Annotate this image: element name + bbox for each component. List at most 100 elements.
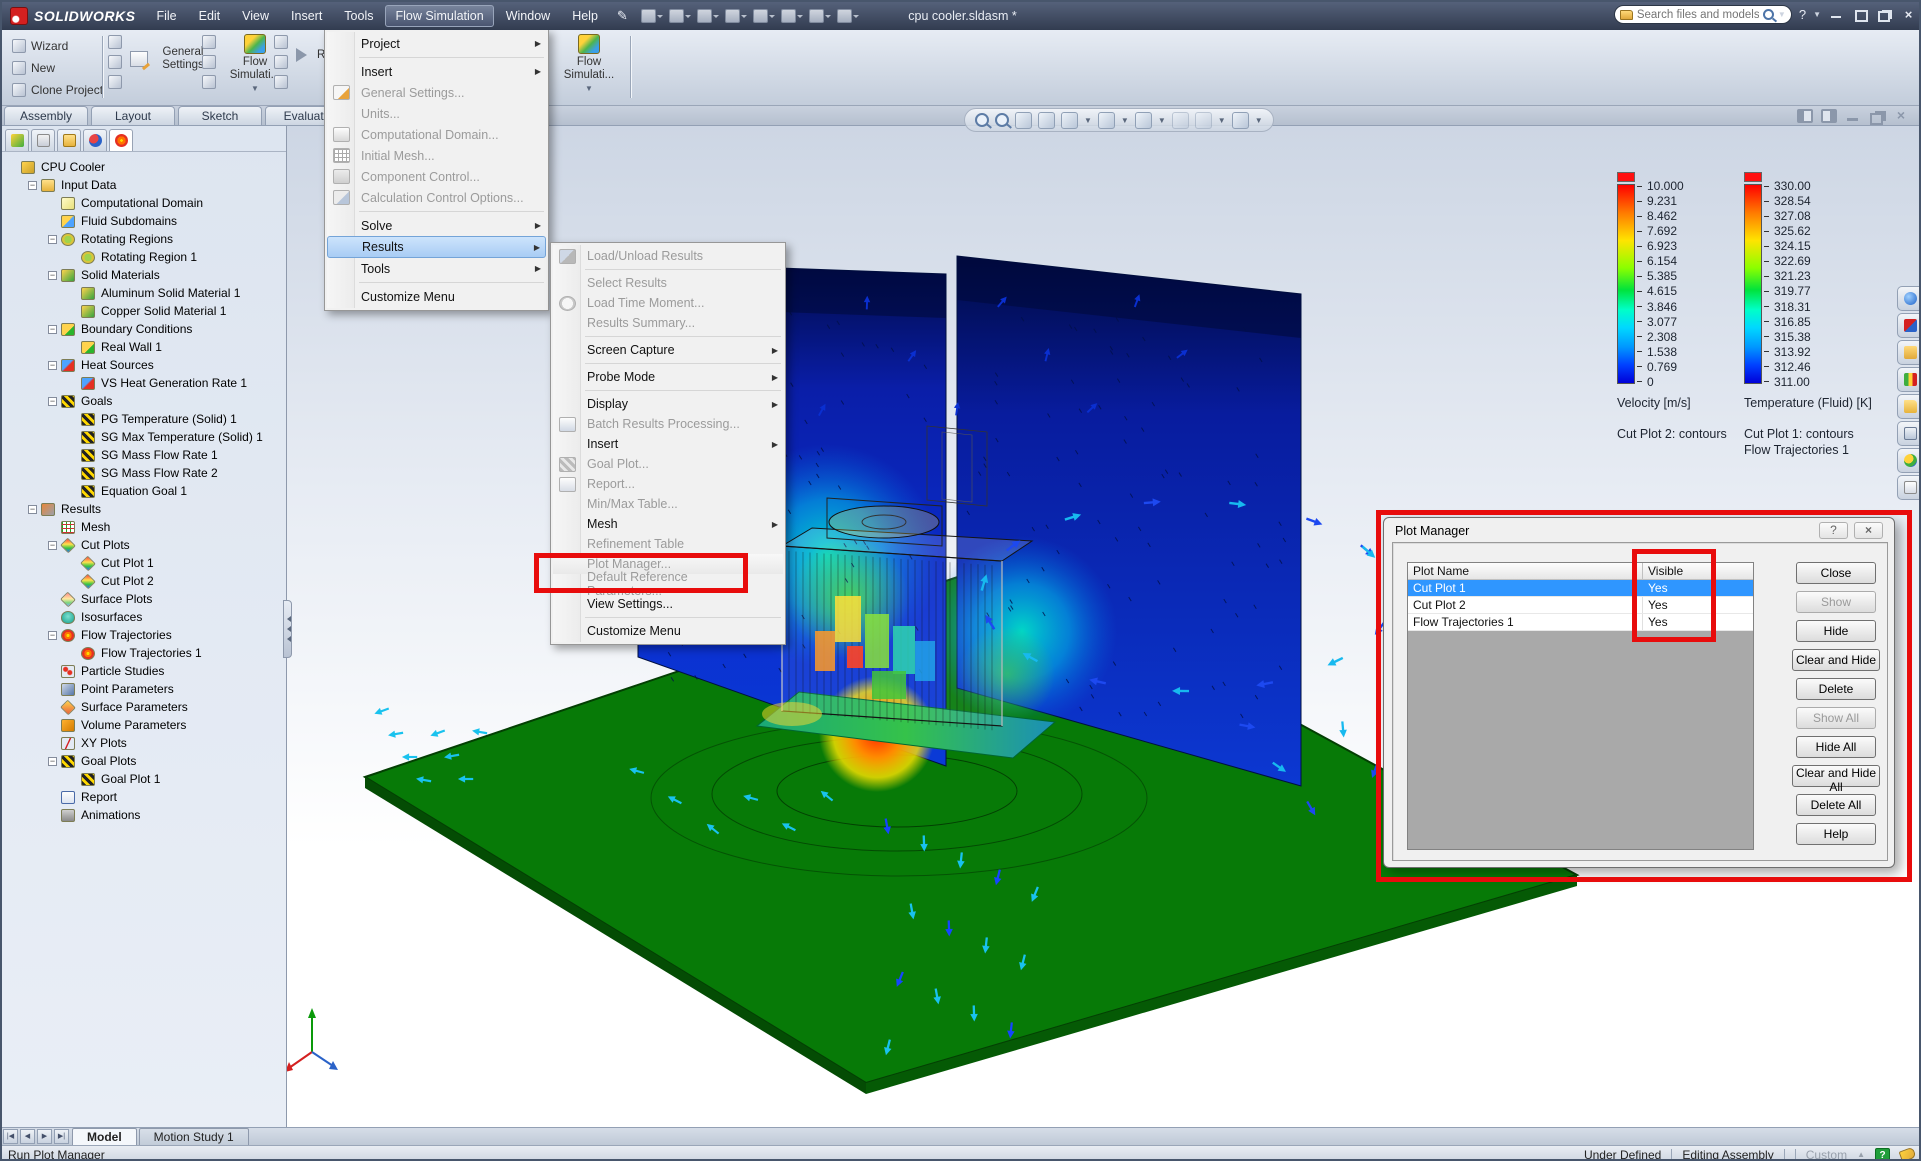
panel-splitter-handle[interactable] <box>283 600 292 658</box>
search-icon[interactable] <box>1763 9 1774 20</box>
file-explorer-tab[interactable] <box>1897 394 1921 419</box>
new-project-button[interactable]: New <box>6 57 109 79</box>
close-button[interactable]: × <box>1900 8 1917 21</box>
restore-button[interactable] <box>1852 8 1869 21</box>
plot-row-cut-plot-1[interactable]: Cut Plot 1Yes <box>1408 580 1753 597</box>
appearances-tab[interactable] <box>1897 448 1921 473</box>
flow-simulation-tree-tab[interactable] <box>109 129 133 151</box>
tree-item-vs-heat-generation-rate-1[interactable]: VS Heat Generation Rate 1 <box>2 374 286 392</box>
delete-all-button[interactable]: Delete All <box>1796 794 1876 816</box>
previous-view-icon[interactable] <box>1015 112 1032 129</box>
tab-assembly[interactable]: Assembly <box>4 106 88 125</box>
quick-help-icon[interactable]: ? <box>1875 1148 1890 1161</box>
redo-icon[interactable] <box>781 9 796 23</box>
plot-table[interactable]: Plot Name Visible Cut Plot 1YesCut Plot … <box>1407 562 1754 850</box>
tags-icon[interactable] <box>1899 1147 1917 1161</box>
tree-item-goal-plot-1[interactable]: Goal Plot 1 <box>2 770 286 788</box>
tree-item-flow-trajectories-1[interactable]: Flow Trajectories 1 <box>2 644 286 662</box>
menu-item-refinement-table[interactable]: Refinement Table <box>553 534 783 554</box>
features-tab[interactable] <box>5 129 29 151</box>
zoom-to-area-icon[interactable] <box>995 113 1009 127</box>
zoom-to-fit-icon[interactable] <box>975 113 989 127</box>
expand-collapse-box[interactable]: − <box>48 397 57 406</box>
custom-properties-tab[interactable] <box>1897 475 1921 500</box>
tree-item-particle-studies[interactable]: Particle Studies <box>2 662 286 680</box>
tree-item-goals[interactable]: −Goals <box>2 392 286 410</box>
plot-row-flow-trajectories-1[interactable]: Flow Trajectories 1Yes <box>1408 614 1753 631</box>
menu-help[interactable]: Help <box>562 5 608 27</box>
tree-item-computational-domain[interactable]: Computational Domain <box>2 194 286 212</box>
model-tab[interactable]: Model <box>72 1128 137 1145</box>
display-manager-tab[interactable] <box>83 129 107 151</box>
menu-item-tools[interactable]: Tools▶ <box>327 258 546 279</box>
next-tab-button[interactable]: ▶ <box>37 1129 52 1144</box>
expand-collapse-box[interactable]: − <box>48 271 57 280</box>
menu-item-load-unload-results[interactable]: Load/Unload Results <box>553 246 783 266</box>
dialog-close-button[interactable]: × <box>1854 522 1883 539</box>
delete-button[interactable]: Delete <box>1796 678 1876 700</box>
expand-collapse-box[interactable]: − <box>48 541 57 550</box>
menu-item-project[interactable]: Project▶ <box>327 33 546 54</box>
split-pane-right-icon[interactable] <box>1821 109 1837 123</box>
show-all-button[interactable]: Show All <box>1796 707 1876 729</box>
expand-collapse-box[interactable]: − <box>28 505 37 514</box>
library-tab[interactable] <box>1897 367 1921 392</box>
plot-row-cut-plot-2[interactable]: Cut Plot 2Yes <box>1408 597 1753 614</box>
tree-item-xy-plots[interactable]: XY Plots <box>2 734 286 752</box>
tree-item-point-parameters[interactable]: Point Parameters <box>2 680 286 698</box>
menu-item-mesh[interactable]: Mesh▶ <box>553 514 783 534</box>
hide-show-items-icon[interactable] <box>1135 112 1152 129</box>
pushpin-icon[interactable]: ✎ <box>617 8 628 24</box>
tree-item-input-data[interactable]: −Input Data <box>2 176 286 194</box>
print-icon[interactable] <box>725 9 740 23</box>
tree-item-cut-plot-1[interactable]: Cut Plot 1 <box>2 554 286 572</box>
hide-all-button[interactable]: Hide All <box>1796 736 1876 758</box>
design-library-tab[interactable] <box>1897 313 1921 338</box>
wizard-button[interactable]: Wizard <box>6 35 109 57</box>
clear-and-hide-all-button[interactable]: Clear and Hide All <box>1792 765 1880 787</box>
options-icon[interactable] <box>837 9 852 23</box>
menu-item-customize-menu[interactable]: Customize Menu <box>553 621 783 641</box>
expand-collapse-box[interactable]: − <box>48 361 57 370</box>
tree-item-surface-parameters[interactable]: Surface Parameters <box>2 698 286 716</box>
menu-item-units[interactable]: Units... <box>327 103 546 124</box>
first-tab-button[interactable]: |◀ <box>3 1129 18 1144</box>
save-icon[interactable] <box>697 9 712 23</box>
view-palette-tab[interactable] <box>1897 421 1921 446</box>
dialog-help-button[interactable]: ? <box>1819 522 1848 539</box>
menu-item-solve[interactable]: Solve▶ <box>327 215 546 236</box>
apply-scene-icon[interactable] <box>1195 112 1212 129</box>
search-scope-icon[interactable] <box>1620 10 1633 20</box>
motion-study-tab[interactable]: Motion Study 1 <box>139 1128 249 1145</box>
tree-item-pg-temperature-solid-1[interactable]: PG Temperature (Solid) 1 <box>2 410 286 428</box>
edit-appearance-icon[interactable] <box>1172 112 1189 129</box>
undo-icon[interactable] <box>753 9 768 23</box>
tab-sketch[interactable]: Sketch <box>178 106 262 125</box>
menu-item-report[interactable]: Report... <box>553 474 783 494</box>
tree-item-boundary-conditions[interactable]: −Boundary Conditions <box>2 320 286 338</box>
tree-item-solid-materials[interactable]: −Solid Materials <box>2 266 286 284</box>
pane-close-icon[interactable]: × <box>1893 109 1909 123</box>
toolbar-icon[interactable] <box>202 55 216 69</box>
hide-button[interactable]: Hide <box>1796 620 1876 642</box>
expand-collapse-box[interactable]: − <box>48 325 57 334</box>
tree-item-sg-max-temperature-solid-1[interactable]: SG Max Temperature (Solid) 1 <box>2 428 286 446</box>
property-manager-tab[interactable] <box>31 129 55 151</box>
toolbar-icon[interactable] <box>274 35 288 49</box>
view-orientation-icon[interactable] <box>1061 112 1078 129</box>
tree-item-equation-goal-1[interactable]: Equation Goal 1 <box>2 482 286 500</box>
cascade-button[interactable] <box>1876 8 1893 21</box>
expand-collapse-box[interactable]: − <box>48 235 57 244</box>
tree-item-heat-sources[interactable]: −Heat Sources <box>2 356 286 374</box>
home-tab[interactable] <box>1897 340 1921 365</box>
pane-minimize-icon[interactable] <box>1845 109 1861 123</box>
menu-item-results[interactable]: Results▶ <box>327 236 546 258</box>
menu-item-customize-menu[interactable]: Customize Menu <box>327 286 546 307</box>
search-dropdown-icon[interactable]: ▼ <box>1778 10 1786 19</box>
menu-flow-simulation[interactable]: Flow Simulation <box>385 5 493 27</box>
menu-item-results-summary[interactable]: Results Summary... <box>553 313 783 333</box>
tree-item-real-wall-1[interactable]: Real Wall 1 <box>2 338 286 356</box>
close-button[interactable]: Close <box>1796 562 1876 584</box>
solidworks-resources-tab[interactable] <box>1897 286 1921 311</box>
search-box[interactable]: ▼ <box>1614 5 1792 24</box>
